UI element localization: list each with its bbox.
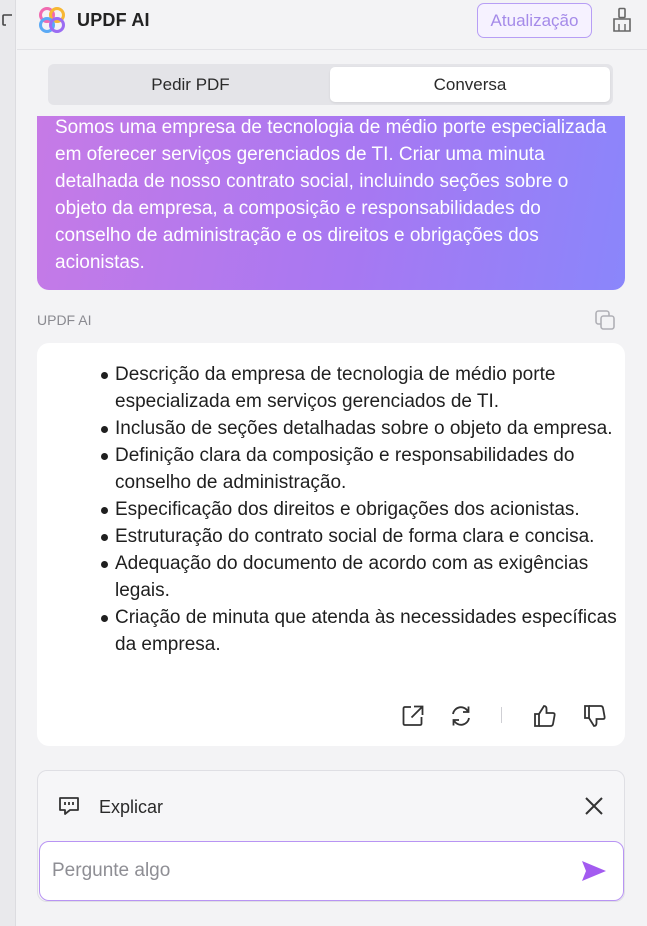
tab-chat[interactable]: Conversa: [330, 67, 610, 102]
list-item: Estruturação do contrato social de forma…: [99, 523, 619, 550]
mode-tabs: Pedir PDF Conversa: [48, 64, 613, 105]
list-item: Adequação do documento de acordo com as …: [99, 550, 619, 604]
ai-panel: UPDF AI Atualização Pedir PDF Conversa S…: [17, 0, 647, 926]
list-item: Inclusão de seções detalhadas sobre o ob…: [99, 415, 619, 442]
left-strip: [0, 0, 16, 926]
list-item: Especificação dos direitos e obrigações …: [99, 496, 619, 523]
export-icon[interactable]: [400, 703, 426, 729]
user-message-text: Somos uma empresa de tecnologia de médio…: [55, 117, 607, 273]
explain-icon: [59, 797, 79, 815]
copy-icon[interactable]: [593, 308, 617, 332]
close-icon[interactable]: [583, 795, 605, 817]
ai-response: Descrição da empresa de tecnologia de mé…: [37, 343, 625, 746]
header: UPDF AI Atualização: [17, 0, 647, 50]
prompt-mode-row: Explicar: [38, 771, 626, 841]
updf-logo-icon: [39, 7, 65, 33]
user-message: Somos uma empresa de tecnologia de médio…: [37, 116, 625, 290]
brand-title: UPDF AI: [77, 10, 150, 30]
thumbs-down-icon[interactable]: [582, 703, 608, 729]
tab-ask-pdf[interactable]: Pedir PDF: [51, 67, 330, 102]
list-item: Definição clara da composição e responsa…: [99, 442, 619, 496]
divider: [501, 707, 502, 723]
composer: Explicar: [37, 770, 625, 902]
ask-input[interactable]: [52, 854, 552, 888]
ai-sender-label: UPDF AI: [37, 312, 92, 328]
prompt-mode-label: Explicar: [99, 797, 164, 817]
list-item: Descrição da empresa de tecnologia de mé…: [99, 361, 619, 415]
ask-box: [39, 841, 624, 901]
upgrade-button[interactable]: Atualização: [477, 3, 592, 38]
broom-icon[interactable]: [611, 7, 633, 33]
list-item: Criação de minuta que atenda às necessid…: [99, 604, 619, 658]
send-icon[interactable]: [581, 860, 607, 882]
comment-icon[interactable]: [2, 14, 14, 28]
response-actions: [37, 701, 625, 731]
ai-response-list: Descrição da empresa de tecnologia de mé…: [99, 361, 619, 658]
thumbs-up-icon[interactable]: [532, 703, 558, 729]
regenerate-icon[interactable]: [448, 703, 474, 729]
